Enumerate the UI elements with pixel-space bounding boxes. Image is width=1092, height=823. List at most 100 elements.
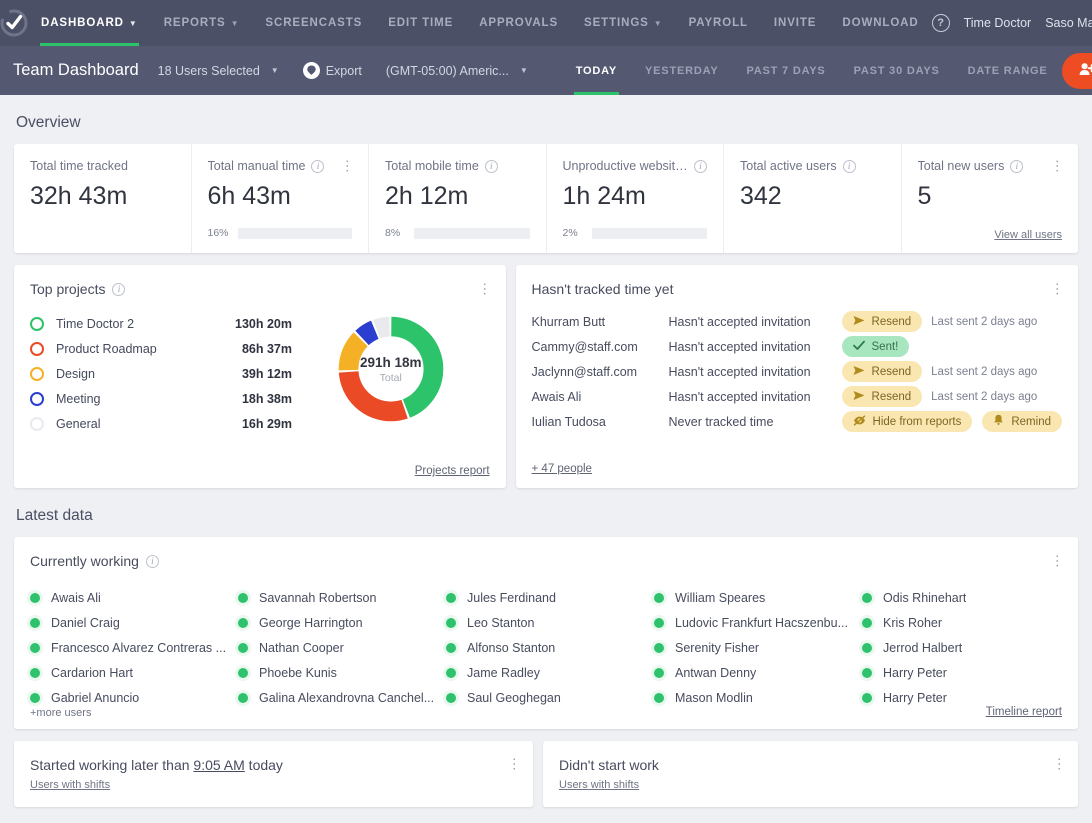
list-item[interactable]: Mason Modlin (654, 685, 854, 710)
project-row[interactable]: Time Doctor 2130h 20m (30, 311, 292, 336)
progress-track (238, 228, 352, 239)
online-status-dot (862, 593, 872, 603)
list-item[interactable]: Serenity Fisher (654, 635, 854, 660)
list-item[interactable]: Saul Geoghegan (446, 685, 646, 710)
kebab-menu-icon[interactable]: ⋯ (1053, 282, 1062, 296)
nav-item-dashboard[interactable]: DASHBOARD ▼ (28, 0, 151, 46)
list-item[interactable]: Daniel Craig (30, 610, 230, 635)
project-row[interactable]: Product Roadmap86h 37m (30, 336, 292, 361)
kebab-menu-icon[interactable]: ⋯ (343, 159, 352, 173)
users-selected-dropdown[interactable]: 18 Users Selected ▼ (158, 64, 279, 78)
overview-section-title: Overview (16, 114, 1078, 132)
kebab-menu-icon[interactable]: ⋯ (1053, 159, 1062, 173)
list-item[interactable]: Jame Radley (446, 660, 646, 685)
action-button-primary[interactable]: Resend (842, 386, 923, 407)
info-icon[interactable]: i (311, 160, 324, 173)
action-button-primary[interactable]: Sent! (842, 336, 910, 357)
nav-label: DOWNLOAD (842, 17, 918, 29)
nav-item-invite[interactable]: INVITE (761, 0, 829, 46)
tab-past-30-days[interactable]: PAST 30 DAYS (840, 46, 954, 95)
list-item[interactable]: Alfonso Stanton (446, 635, 646, 660)
bell-icon (993, 414, 1004, 429)
add-users-button[interactable]: ADD USERS (1062, 53, 1092, 89)
projects-legend: Time Doctor 2130h 20mProduct Roadmap86h … (30, 311, 292, 436)
list-item[interactable]: Ludovic Frankfurt Hacszenbu... (654, 610, 854, 635)
user-name: Daniel Craig (51, 616, 120, 630)
nav-item-reports[interactable]: REPORTS ▼ (151, 0, 253, 46)
list-item[interactable]: Galina Alexandrovna Canchel... (238, 685, 438, 710)
user-name: Galina Alexandrovna Canchel... (259, 691, 434, 705)
card-header: Hasn't tracked time yet ⋯ (516, 265, 1078, 297)
kebab-menu-icon[interactable]: ⋯ (481, 282, 490, 296)
user-name: Harry Peter (883, 666, 947, 680)
timezone-dropdown[interactable]: (GMT-05:00) Americ... ▼ (386, 64, 528, 78)
online-status-dot (30, 693, 40, 703)
kebab-menu-icon[interactable]: ⋯ (1055, 757, 1064, 771)
list-item[interactable]: Kris Roher (862, 610, 1062, 635)
tab-yesterday[interactable]: YESTERDAY (631, 46, 732, 95)
project-row[interactable]: General16h 29m (30, 411, 292, 436)
action-button-primary[interactable]: Hide from reports (842, 411, 973, 432)
info-icon[interactable]: i (485, 160, 498, 173)
users-selected-label: 18 Users Selected (158, 64, 260, 78)
online-status-dot (30, 668, 40, 678)
list-item[interactable]: Awais Ali (30, 585, 230, 610)
tab-date-range[interactable]: DATE RANGE (954, 46, 1062, 95)
projects-donut-wrap: 291h 18m Total (292, 311, 490, 436)
company-name[interactable]: Time Doctor (964, 16, 1032, 30)
project-row[interactable]: Design39h 12m (30, 361, 292, 386)
nav-label: EDIT TIME (388, 17, 453, 29)
chevron-down-icon: ▼ (231, 19, 240, 28)
list-item[interactable]: Cardarion Hart (30, 660, 230, 685)
nav-item-payroll[interactable]: PAYROLL (676, 0, 761, 46)
person-name: Khurram Butt (532, 315, 669, 329)
kebab-menu-icon[interactable]: ⋯ (1053, 554, 1062, 568)
list-item[interactable]: Jerrod Halbert (862, 635, 1062, 660)
kebab-menu-icon[interactable]: ⋯ (510, 757, 519, 771)
users-with-shifts-link[interactable]: Users with shifts (559, 779, 639, 791)
list-item[interactable]: George Harrington (238, 610, 438, 635)
user-name: Kris Roher (883, 616, 942, 630)
timedoctor-logo-icon[interactable] (0, 9, 28, 37)
info-icon[interactable]: i (843, 160, 856, 173)
list-item[interactable]: Savannah Robertson (238, 585, 438, 610)
send-icon (853, 315, 865, 329)
action-button-primary[interactable]: Resend (842, 311, 923, 332)
users-with-shifts-link[interactable]: Users with shifts (30, 779, 110, 791)
current-user-name[interactable]: Saso Markoski (1045, 16, 1092, 30)
info-icon[interactable]: i (1010, 160, 1023, 173)
info-icon[interactable]: i (112, 283, 125, 296)
nav-item-edit-time[interactable]: EDIT TIME (375, 0, 466, 46)
user-name: Jame Radley (467, 666, 540, 680)
list-item[interactable]: William Speares (654, 585, 854, 610)
list-item[interactable]: Francesco Alvarez Contreras ... (30, 635, 230, 660)
metric-percent: 2% (563, 227, 583, 239)
info-icon[interactable]: i (694, 160, 707, 173)
action-label: Resend (872, 391, 912, 403)
action-button-secondary[interactable]: Remind (982, 411, 1062, 432)
more-people-link[interactable]: + 47 people (532, 463, 592, 475)
list-item[interactable]: Nathan Cooper (238, 635, 438, 660)
list-item[interactable]: Odis Rhinehart (862, 585, 1062, 610)
tab-past-7-days[interactable]: PAST 7 DAYS (732, 46, 839, 95)
late-time-value[interactable]: 9:05 AM (193, 757, 244, 773)
list-item[interactable]: Harry Peter (862, 660, 1062, 685)
list-item[interactable]: Leo Stanton (446, 610, 646, 635)
nav-item-approvals[interactable]: APPROVALS (466, 0, 571, 46)
nav-item-settings[interactable]: SETTINGS ▼ (571, 0, 676, 46)
more-users-link[interactable]: +more users (30, 707, 91, 719)
list-item[interactable]: Phoebe Kunis (238, 660, 438, 685)
project-row[interactable]: Meeting18h 38m (30, 386, 292, 411)
list-item[interactable]: Jules Ferdinand (446, 585, 646, 610)
view-all-users-link[interactable]: View all users (994, 229, 1062, 241)
tab-today[interactable]: TODAY (562, 46, 631, 95)
export-button[interactable]: Export (303, 62, 362, 79)
projects-report-link[interactable]: Projects report (415, 465, 490, 477)
nav-item-screencasts[interactable]: SCREENCASTS (252, 0, 375, 46)
action-button-primary[interactable]: Resend (842, 361, 923, 382)
list-item[interactable]: Antwan Denny (654, 660, 854, 685)
nav-item-download[interactable]: DOWNLOAD (829, 0, 931, 46)
question-mark-icon[interactable]: ? (932, 14, 950, 32)
timeline-report-link[interactable]: Timeline report (986, 706, 1062, 718)
info-icon[interactable]: i (146, 555, 159, 568)
